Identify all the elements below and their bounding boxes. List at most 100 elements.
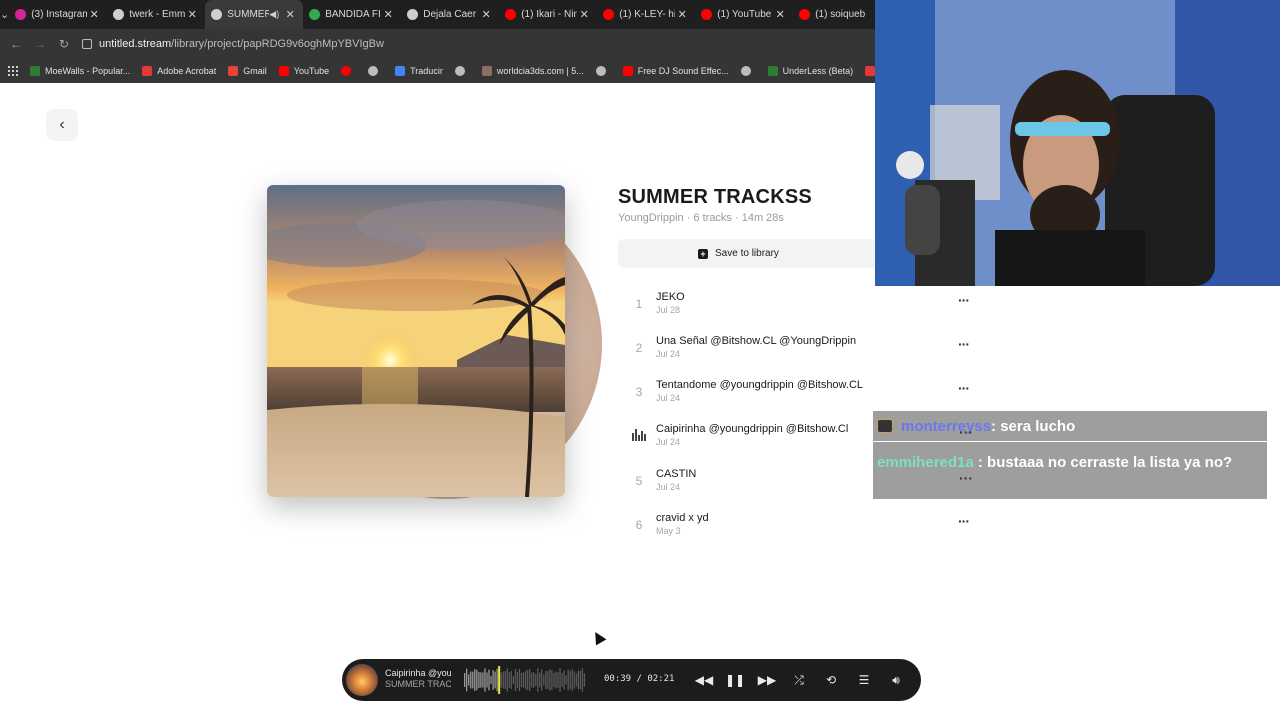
tab-title: twerk - Emma — [129, 9, 186, 20]
bookmark-item[interactable]: Free DJ Sound Effec... — [622, 65, 729, 76]
bookmark-item[interactable] — [454, 65, 470, 76]
track-options-icon[interactable]: ··· — [959, 424, 973, 440]
bookmark-favicon-icon — [341, 65, 352, 76]
waveform-bar — [476, 669, 478, 691]
browser-tab[interactable]: (1) YouTube ✕ — [695, 0, 793, 29]
back-arrow-icon[interactable]: ← — [4, 37, 28, 51]
save-to-library-button[interactable]: + Save to library — [618, 239, 878, 268]
tab-title: (1) YouTube — [717, 9, 772, 20]
back-button[interactable]: ‹ — [46, 109, 78, 141]
site-info-icon[interactable] — [82, 38, 92, 49]
browser-tab[interactable]: (1) soiqueb✕ — [793, 0, 875, 29]
track-row[interactable]: 1 JEKO Jul 28 ··· — [630, 291, 980, 331]
waveform-bar — [466, 668, 468, 692]
track-options-icon[interactable]: ··· — [958, 292, 970, 308]
bookmark-favicon-icon — [622, 65, 633, 76]
close-tab-icon[interactable]: ✕ — [381, 8, 395, 21]
waveform-bar — [553, 672, 555, 688]
track-row[interactable]: 6 cravid x yd May 3 ··· — [630, 512, 980, 552]
close-tab-icon[interactable]: ✕ — [87, 8, 101, 21]
now-playing-artwork[interactable] — [346, 664, 378, 696]
waveform-bar — [565, 675, 567, 685]
bookmark-item[interactable] — [595, 65, 611, 76]
browser-tab[interactable]: SUMMER ◀) ✕ — [205, 0, 304, 29]
browser-tab[interactable]: (1) Ikari - Nin ✕ — [499, 0, 597, 29]
track-number: 6 — [635, 518, 643, 532]
bookmark-item[interactable]: Traducir — [395, 65, 443, 76]
browser-tab[interactable]: BANDIDA FIN✕ — [303, 0, 401, 29]
waveform-bar — [575, 673, 577, 687]
waveform-bar — [524, 671, 527, 689]
bookmark-item[interactable]: OmeTV Video Chat... — [865, 65, 875, 76]
forward-arrow-icon[interactable]: → — [28, 37, 52, 51]
playlist-title: SUMMER TRACKSS — [618, 186, 812, 208]
bookmark-item[interactable]: Gmail — [228, 65, 267, 76]
waveform-bar — [468, 674, 470, 686]
bookmark-item[interactable] — [740, 65, 756, 76]
close-tab-icon[interactable]: ✕ — [675, 8, 689, 21]
waveform-bar — [470, 671, 472, 689]
apps-icon[interactable] — [8, 65, 18, 76]
now-playing-playlist[interactable]: SUMMER TRACK — [385, 679, 451, 689]
bookmark-item[interactable]: YouTube — [278, 65, 329, 76]
bookmark-item[interactable]: worldcia3ds.com | 5... — [481, 65, 584, 76]
tab-favicon-icon — [603, 9, 615, 20]
track-number: 1 — [635, 297, 643, 311]
browser-tab[interactable]: (1) K-LEY- hip✕ — [597, 0, 695, 29]
reload-icon[interactable]: ↻ — [52, 37, 76, 51]
tab-audio-icon[interactable]: ◀) — [269, 9, 279, 20]
shuffle-icon[interactable]: ⤮ — [789, 670, 809, 690]
waveform-bar — [539, 672, 541, 688]
tab-title: (1) Ikari - Nin — [521, 9, 578, 20]
chevron-left-icon: ‹ — [59, 116, 65, 133]
playhead-marker[interactable] — [498, 666, 501, 694]
track-title[interactable]: Caipirinha @youngdrippin @Bitshow.Cl — [656, 423, 848, 435]
waveform-bar — [472, 671, 474, 689]
bookmark-favicon-icon — [30, 65, 40, 76]
track-title[interactable]: cravid x yd — [656, 512, 709, 524]
close-tab-icon[interactable]: ✕ — [479, 8, 493, 21]
waveform-bar — [528, 669, 531, 691]
bookmark-item[interactable] — [341, 65, 356, 76]
bookmark-favicon-icon — [595, 65, 606, 76]
track-title[interactable]: Tentandome @youngdrippin @Bitshow.CL — [656, 379, 863, 391]
bookmark-item[interactable]: Adobe Acrobat — [142, 65, 216, 76]
now-playing-title[interactable]: Caipirinha @you — [385, 668, 451, 678]
track-title[interactable]: Una Señal @Bitshow.CL @YoungDrippin — [656, 335, 856, 347]
browser-tab[interactable]: twerk - Emma ✕ — [107, 0, 205, 29]
track-options-icon[interactable]: ··· — [958, 513, 970, 529]
track-title[interactable]: JEKO — [656, 291, 685, 303]
next-track-icon[interactable]: ▶▶ — [757, 670, 777, 690]
tab-favicon-icon — [505, 9, 517, 20]
tab-favicon-icon — [309, 9, 321, 20]
previous-track-icon[interactable]: ◀◀ — [694, 670, 714, 690]
bookmark-item[interactable]: UnderLess (Beta) — [767, 65, 853, 76]
waveform-bar — [518, 668, 521, 692]
close-tab-icon[interactable]: ✕ — [773, 8, 787, 21]
track-options-icon[interactable]: ··· — [958, 380, 970, 396]
close-tab-icon[interactable]: ✕ — [185, 8, 199, 21]
track-date: Jul 24 — [656, 437, 681, 447]
browser-tab[interactable]: (3) Instagram ✕ — [9, 0, 107, 29]
waveform-bar — [478, 671, 480, 689]
track-options-icon[interactable]: ··· — [958, 336, 970, 352]
waveform-bar — [464, 673, 466, 687]
waveform-seekbar[interactable] — [464, 665, 586, 695]
bookmark-item[interactable] — [368, 65, 383, 76]
repeat-icon[interactable]: ⟲ — [821, 670, 841, 690]
url-field[interactable]: untitled.stream/library/project/papRDG9v… — [82, 38, 384, 50]
queue-icon[interactable]: ☰ — [854, 670, 874, 690]
bookmark-item[interactable]: MoeWalls - Popular... — [30, 65, 130, 76]
browser-tab[interactable]: Dejala Caer - ✕ — [401, 0, 499, 29]
url-path: /library/project/papRDG9v6oghMpYBVIgBw — [171, 37, 384, 50]
close-tab-icon[interactable]: ✕ — [283, 8, 297, 21]
track-row[interactable]: 2 Una Señal @Bitshow.CL @YoungDrippin Jul … — [630, 335, 980, 375]
bookmarks-bar: MoeWalls - Popular... Adobe Acrobat Gmail Y… — [0, 58, 875, 83]
pause-icon[interactable]: ❚❚ — [725, 670, 745, 690]
track-number: 3 — [635, 385, 643, 399]
tab-search-icon[interactable]: ⌄ — [0, 0, 9, 29]
close-tab-icon[interactable]: ✕ — [577, 8, 591, 21]
track-title[interactable]: CASTIN — [656, 468, 696, 480]
volume-icon[interactable]: 🔊︎ — [886, 670, 906, 690]
track-options-icon[interactable]: ··· — [959, 470, 973, 486]
